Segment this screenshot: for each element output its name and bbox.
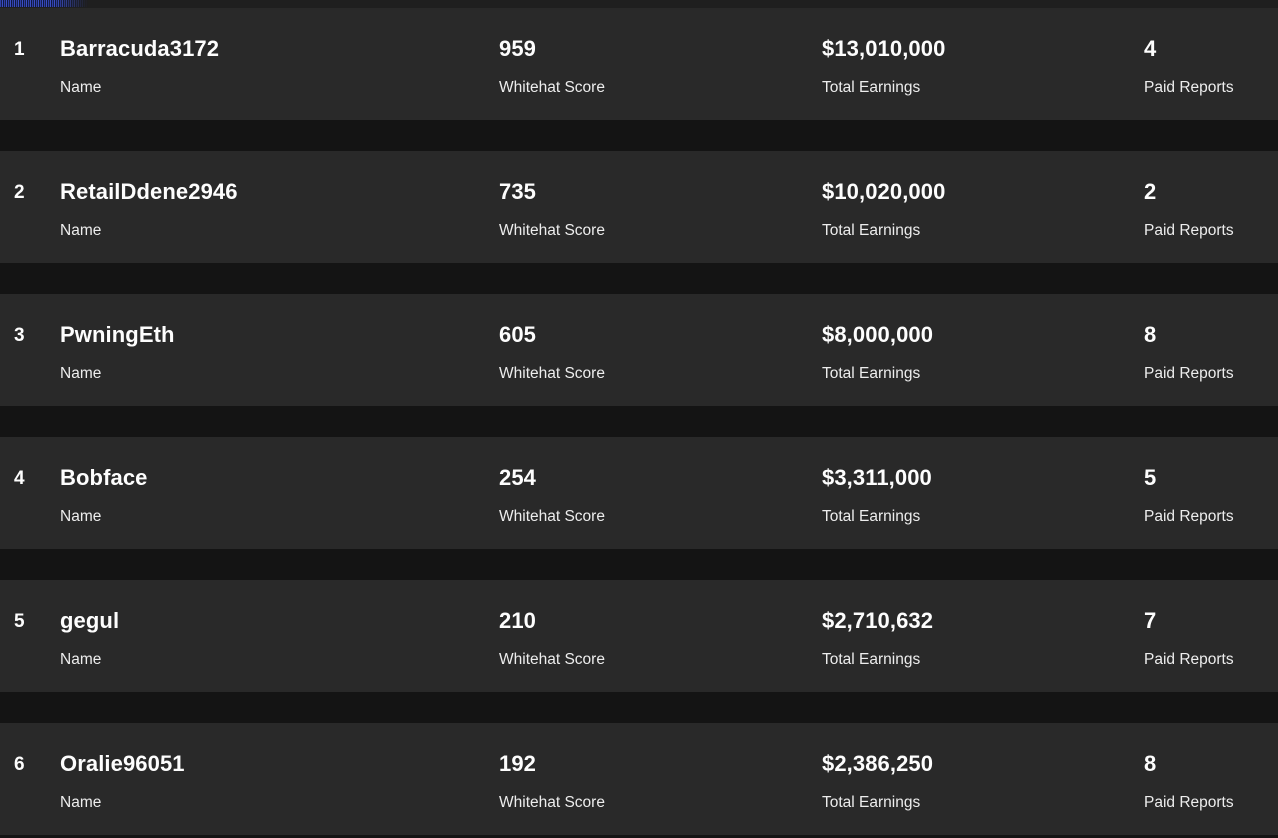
whitehat-score-label: Whitehat Score — [499, 222, 605, 239]
cell-paid-reports: 8 Paid Reports — [1144, 294, 1274, 406]
cell-paid-reports: 8 Paid Reports — [1144, 723, 1274, 835]
leaderboard-row[interactable]: 4 Bobface Name 254 Whitehat Score $3,311,000 T… — [0, 437, 1278, 549]
cell-name: RetailDdene2946 Name — [60, 151, 490, 263]
cell-name: Bobface Name — [60, 437, 490, 549]
total-earnings-label: Total Earnings — [822, 508, 921, 525]
cell-total-earnings: $10,020,000 Total Earnings — [822, 151, 1132, 263]
cell-total-earnings: $13,010,000 Total Earnings — [822, 8, 1132, 120]
name-value: PwningEth — [60, 322, 175, 347]
leaderboard-row[interactable]: 3 PwningEth Name 605 Whitehat Score $8,000,00… — [0, 294, 1278, 406]
total-earnings-label: Total Earnings — [822, 79, 921, 96]
rank-value: 3 — [14, 325, 25, 346]
cell-name: Barracuda3172 Name — [60, 8, 490, 120]
name-value: RetailDdene2946 — [60, 179, 238, 204]
cell-paid-reports: 4 Paid Reports — [1144, 8, 1274, 120]
page-top-spacer — [0, 0, 1278, 8]
leaderboard-page: 1 Barracuda3172 Name 959 Whitehat Score $13,0… — [0, 0, 1278, 838]
whitehat-score-value: 605 — [499, 322, 537, 347]
total-earnings-value: $3,311,000 — [822, 465, 932, 490]
whitehat-score-value: 210 — [499, 608, 537, 633]
paid-reports-label: Paid Reports — [1144, 365, 1234, 382]
cell-paid-reports: 7 Paid Reports — [1144, 580, 1274, 692]
paid-reports-label: Paid Reports — [1144, 79, 1234, 96]
cell-total-earnings: $3,311,000 Total Earnings — [822, 437, 1132, 549]
cell-whitehat-score: 210 Whitehat Score — [499, 580, 809, 692]
cell-rank: 5 — [14, 580, 54, 692]
name-label: Name — [60, 651, 102, 668]
rank-value: 6 — [14, 754, 25, 775]
name-label: Name — [60, 794, 102, 811]
leaderboard-row[interactable]: 2 RetailDdene2946 Name 735 Whitehat Score $10… — [0, 151, 1278, 263]
name-value: gegul — [60, 608, 120, 633]
leaderboard-list: 1 Barracuda3172 Name 959 Whitehat Score $13,0… — [0, 8, 1278, 838]
name-label: Name — [60, 222, 102, 239]
whitehat-score-label: Whitehat Score — [499, 508, 605, 525]
total-earnings-label: Total Earnings — [822, 365, 921, 382]
paid-reports-label: Paid Reports — [1144, 794, 1234, 811]
name-label: Name — [60, 79, 102, 96]
paid-reports-value: 5 — [1144, 465, 1157, 490]
cell-whitehat-score: 959 Whitehat Score — [499, 8, 809, 120]
cell-paid-reports: 5 Paid Reports — [1144, 437, 1274, 549]
total-earnings-value: $8,000,000 — [822, 322, 934, 347]
name-label: Name — [60, 508, 102, 525]
total-earnings-value: $2,710,632 — [822, 608, 934, 633]
name-value: Bobface — [60, 465, 148, 490]
total-earnings-label: Total Earnings — [822, 651, 921, 668]
cell-rank: 4 — [14, 437, 54, 549]
whitehat-score-label: Whitehat Score — [499, 794, 605, 811]
cell-paid-reports: 2 Paid Reports — [1144, 151, 1274, 263]
leaderboard-row[interactable]: 1 Barracuda3172 Name 959 Whitehat Score $13,0… — [0, 8, 1278, 120]
cell-total-earnings: $8,000,000 Total Earnings — [822, 294, 1132, 406]
rank-value: 2 — [14, 182, 25, 203]
cell-total-earnings: $2,710,632 Total Earnings — [822, 580, 1132, 692]
paid-reports-value: 2 — [1144, 179, 1157, 204]
total-earnings-value: $2,386,250 — [822, 751, 934, 776]
total-earnings-label: Total Earnings — [822, 222, 921, 239]
striped-progress-strip-icon — [0, 0, 88, 7]
paid-reports-value: 8 — [1144, 751, 1157, 776]
leaderboard-row[interactable]: 6 Oralie96051 Name 192 Whitehat Score $2,386,… — [0, 723, 1278, 835]
whitehat-score-label: Whitehat Score — [499, 79, 605, 96]
total-earnings-value: $13,010,000 — [822, 36, 946, 61]
cell-whitehat-score: 254 Whitehat Score — [499, 437, 809, 549]
name-value: Barracuda3172 — [60, 36, 220, 61]
cell-rank: 2 — [14, 151, 54, 263]
cell-rank: 6 — [14, 723, 54, 835]
whitehat-score-value: 959 — [499, 36, 537, 61]
whitehat-score-label: Whitehat Score — [499, 365, 605, 382]
paid-reports-value: 8 — [1144, 322, 1157, 347]
cell-rank: 3 — [14, 294, 54, 406]
paid-reports-value: 4 — [1144, 36, 1157, 61]
rank-value: 4 — [14, 468, 25, 489]
paid-reports-label: Paid Reports — [1144, 651, 1234, 668]
whitehat-score-label: Whitehat Score — [499, 651, 605, 668]
name-label: Name — [60, 365, 102, 382]
whitehat-score-value: 254 — [499, 465, 537, 490]
cell-whitehat-score: 192 Whitehat Score — [499, 723, 809, 835]
cell-name: PwningEth Name — [60, 294, 490, 406]
cell-whitehat-score: 735 Whitehat Score — [499, 151, 809, 263]
cell-name: gegul Name — [60, 580, 490, 692]
rank-value: 5 — [14, 611, 25, 632]
name-value: Oralie96051 — [60, 751, 185, 776]
paid-reports-label: Paid Reports — [1144, 508, 1234, 525]
cell-name: Oralie96051 Name — [60, 723, 490, 835]
cell-whitehat-score: 605 Whitehat Score — [499, 294, 809, 406]
leaderboard-row[interactable]: 5 gegul Name 210 Whitehat Score $2,710,632 Tot… — [0, 580, 1278, 692]
cell-total-earnings: $2,386,250 Total Earnings — [822, 723, 1132, 835]
rank-value: 1 — [14, 39, 25, 60]
whitehat-score-value: 192 — [499, 751, 537, 776]
total-earnings-label: Total Earnings — [822, 794, 921, 811]
whitehat-score-value: 735 — [499, 179, 537, 204]
paid-reports-value: 7 — [1144, 608, 1157, 633]
paid-reports-label: Paid Reports — [1144, 222, 1234, 239]
total-earnings-value: $10,020,000 — [822, 179, 946, 204]
cell-rank: 1 — [14, 8, 54, 120]
